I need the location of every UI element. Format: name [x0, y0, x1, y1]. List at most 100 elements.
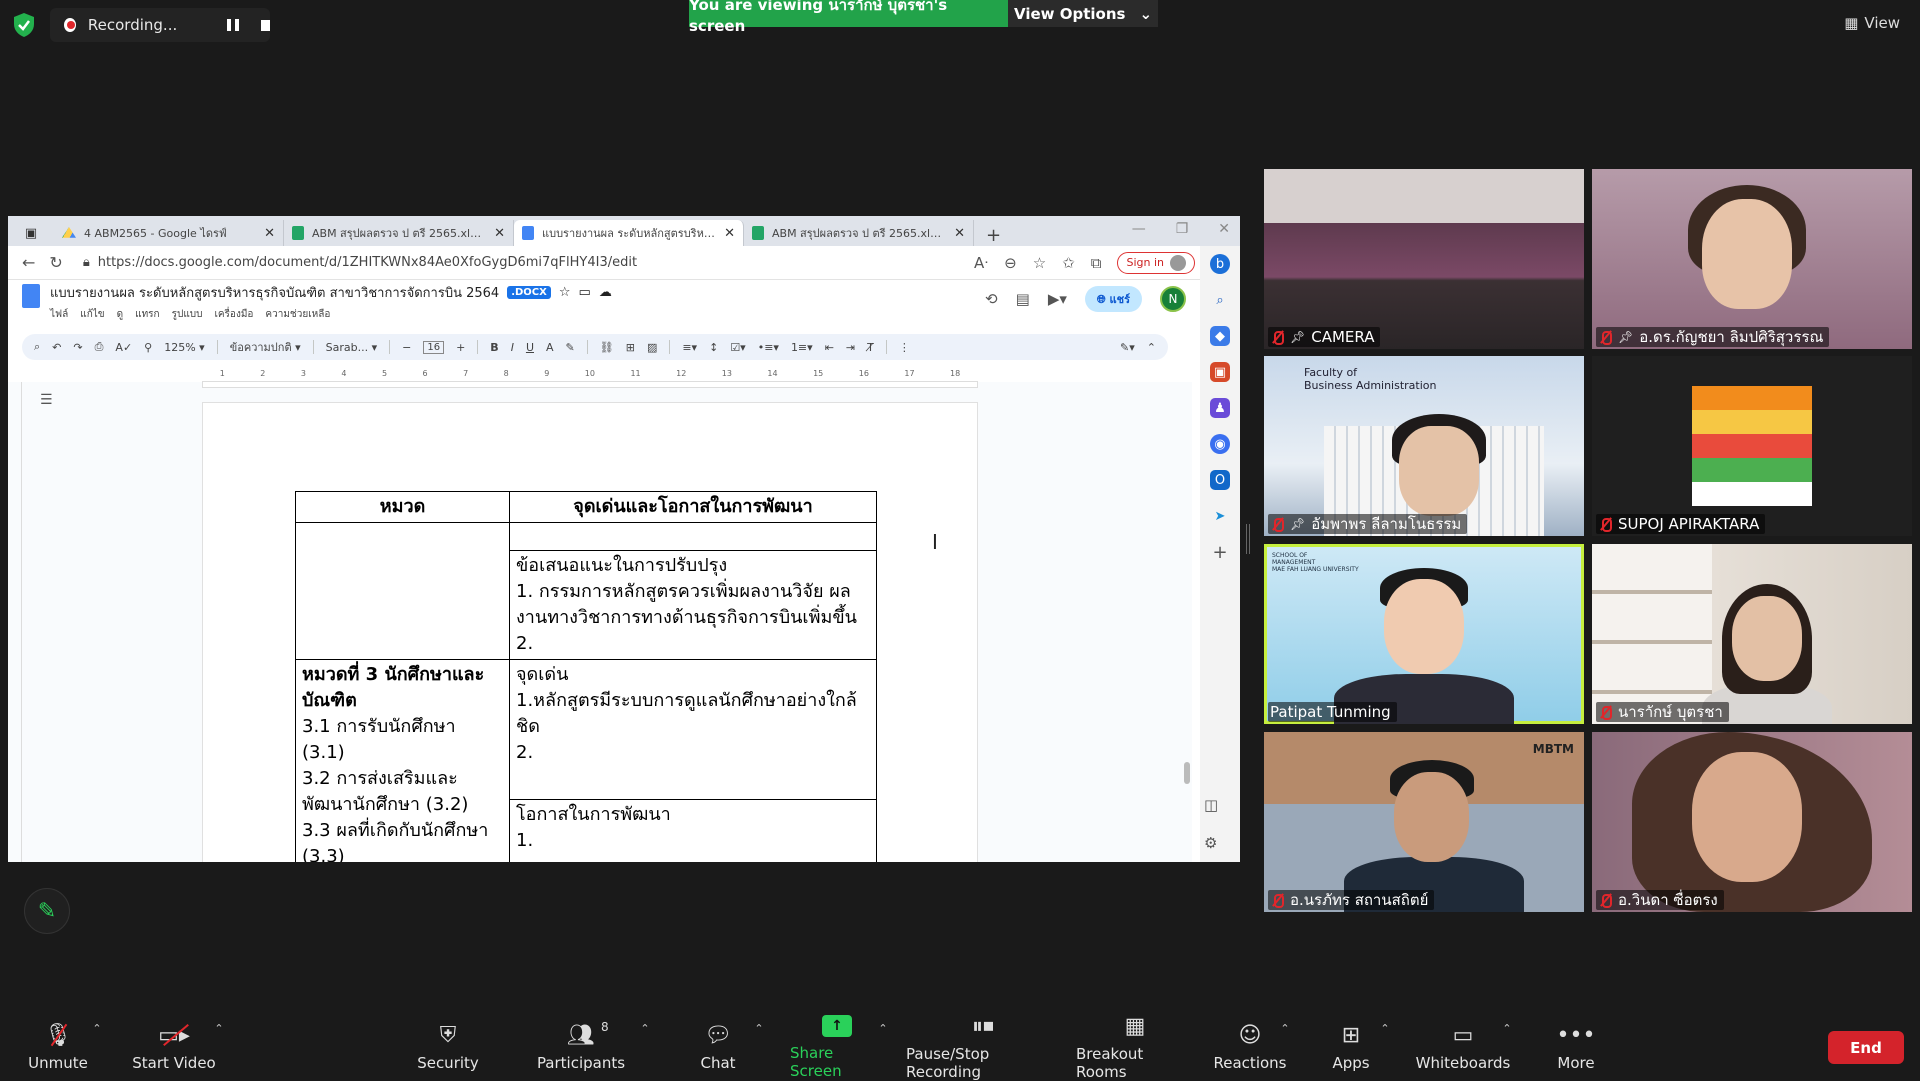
- link-icon[interactable]: ⛓: [600, 341, 614, 354]
- clear-format-icon[interactable]: T̸: [867, 341, 874, 354]
- view-options-button[interactable]: View Options ⌄: [1008, 0, 1158, 27]
- document-page[interactable]: หมวด จุดเด่นและโอกาสในการพัฒนา ข้อเสนอแน…: [202, 402, 978, 862]
- tab-actions-icon[interactable]: ▣: [8, 220, 54, 246]
- menu-help[interactable]: ความช่วยเหลือ: [265, 307, 330, 322]
- send-icon[interactable]: ➤: [1210, 506, 1230, 526]
- video-tile-patipat[interactable]: SCHOOL OF MANAGEMENT MAE FAH LUANG UNIVE…: [1264, 544, 1584, 724]
- share-options-caret[interactable]: ⌃: [876, 1014, 890, 1080]
- new-tab-button[interactable]: +: [974, 225, 1001, 246]
- comment-icon[interactable]: ⊞: [626, 341, 635, 354]
- menu-view[interactable]: ดู: [117, 307, 124, 322]
- video-tile-ganya[interactable]: 📌︎ อ.ดร.กัญชยา ลิมปศิริสุวรรณ: [1592, 169, 1912, 349]
- table-cell[interactable]: [295, 522, 510, 660]
- menu-format[interactable]: รูปแบบ: [172, 307, 203, 322]
- browser-tab-sheet-1[interactable]: ABM สรุปผลตรวจ ป ตรี 2565.xlsx - ✕: [284, 220, 514, 246]
- search-menu-icon[interactable]: ⌕: [34, 340, 40, 354]
- video-tile-winda[interactable]: อ.วินดา ซื่อตรง: [1592, 732, 1912, 912]
- table-header-category[interactable]: หมวด: [295, 491, 510, 523]
- video-options-caret[interactable]: ⌃: [212, 1014, 226, 1080]
- split-view-divider[interactable]: [1246, 524, 1250, 554]
- table-cell[interactable]: หมวดที่ 3 นักศึกษาและบัณฑิต 3.1 การรับนั…: [295, 659, 510, 862]
- browser-tab-doc[interactable]: แบบรายงานผล ระดับหลักสูตรบริหารธุ ✕: [514, 220, 744, 246]
- vertical-ruler[interactable]: [16, 382, 22, 862]
- browser-tab-drive[interactable]: 4 ABM2565 - Google ไดรฟ์ ✕: [54, 220, 284, 246]
- close-icon[interactable]: ✕: [954, 226, 965, 241]
- zoom-select[interactable]: 125% ▾: [164, 341, 204, 354]
- start-video-button[interactable]: ▭▸ Start Video: [132, 1014, 216, 1080]
- whiteboards-button[interactable]: ▭ Whiteboards: [1416, 1014, 1511, 1080]
- breakout-rooms-button[interactable]: ▦ Breakout Rooms: [1076, 1014, 1194, 1081]
- browser-tab-sheet-2[interactable]: ABM สรุปผลตรวจ ป ตรี 2565.xlsx - ✕: [744, 220, 974, 246]
- redo-icon[interactable]: ↷: [73, 341, 82, 354]
- menu-edit[interactable]: แก้ไข: [80, 307, 104, 322]
- decrease-indent-icon[interactable]: ⇤: [825, 341, 834, 354]
- document-title[interactable]: แบบรายงานผล ระดับหลักสูตรบริหารธุรกิจบัณ…: [50, 282, 499, 303]
- docs-logo-icon[interactable]: [22, 284, 40, 308]
- highlight-icon[interactable]: ✎: [566, 341, 575, 354]
- close-icon[interactable]: ✕: [494, 226, 505, 241]
- view-button[interactable]: ▦ View: [1820, 10, 1900, 36]
- security-button[interactable]: ⛨ Security: [414, 1014, 482, 1080]
- style-select[interactable]: ข้อความปกติ ▾: [230, 338, 301, 356]
- microsoft-365-icon[interactable]: ◉: [1210, 434, 1230, 454]
- chat-options-caret[interactable]: ⌃: [752, 1014, 766, 1080]
- spellcheck-icon[interactable]: A✓: [115, 341, 132, 354]
- unmute-button[interactable]: 🎙︎ Unmute: [28, 1014, 88, 1080]
- menu-insert[interactable]: แทรก: [135, 307, 159, 322]
- bullet-list-icon[interactable]: •≡▾: [758, 341, 779, 354]
- more-tools-icon[interactable]: ⋮: [899, 341, 910, 354]
- line-spacing-icon[interactable]: ↕: [709, 341, 718, 354]
- close-icon[interactable]: ✕: [264, 226, 275, 241]
- underline-icon[interactable]: U: [526, 341, 534, 354]
- video-tile-aumpa[interactable]: Faculty of Business Administration 📌︎ อั…: [1264, 356, 1584, 536]
- apps-options-caret[interactable]: ⌃: [1378, 1014, 1392, 1080]
- checklist-icon[interactable]: ☑▾: [730, 341, 745, 354]
- url-field[interactable]: 🔒︎ https://docs.google.com/document/d/1Z…: [77, 251, 637, 275]
- user-avatar[interactable]: N: [1160, 286, 1186, 312]
- collections-icon[interactable]: ⧉: [1091, 254, 1102, 272]
- participants-button[interactable]: 👥︎ 8 Participants: [536, 1014, 626, 1080]
- stop-recording-icon[interactable]: [260, 19, 270, 31]
- share-button[interactable]: 🌐︎ แชร์: [1084, 286, 1142, 312]
- collapse-menus-icon[interactable]: ⌃: [1147, 341, 1168, 354]
- table-cell[interactable]: [509, 522, 877, 551]
- video-tile-norapat[interactable]: MBTM อ.นรภัทร สถานสถิตย์: [1264, 732, 1584, 912]
- read-aloud-icon[interactable]: Aᐧ: [974, 254, 988, 272]
- move-folder-icon[interactable]: ▭: [579, 285, 591, 300]
- evaluation-table[interactable]: หมวด จุดเด่นและโอกาสในการพัฒนา ข้อเสนอแน…: [295, 491, 877, 862]
- scrollbar-thumb[interactable]: [1184, 762, 1190, 784]
- cloud-status-icon[interactable]: ☁: [599, 285, 612, 300]
- pause-recording-icon[interactable]: [227, 19, 239, 31]
- table-header-strengths[interactable]: จุดเด่นและโอกาสในการพัฒนา: [509, 491, 877, 523]
- split-screen-icon[interactable]: ◫: [1204, 796, 1218, 814]
- align-icon[interactable]: ≡▾: [682, 341, 697, 354]
- image-icon[interactable]: ▨: [647, 341, 657, 354]
- annotate-pencil-button[interactable]: ✎: [24, 888, 70, 934]
- menu-file[interactable]: ไฟล์: [50, 307, 68, 322]
- shopping-tag-icon[interactable]: ◆: [1210, 326, 1230, 346]
- share-screen-button[interactable]: ↑ Share Screen: [790, 1014, 884, 1080]
- refresh-icon[interactable]: ↻: [49, 253, 62, 272]
- table-cell[interactable]: ข้อเสนอแนะในการปรับปรุง 1. กรรมการหลักสู…: [509, 550, 877, 660]
- table-cell[interactable]: จุดเด่น 1.หลักสูตรมีระบบการดูแลนักศึกษาอ…: [509, 659, 877, 800]
- video-tile-camera[interactable]: 📌︎ CAMERA: [1264, 169, 1584, 349]
- italic-icon[interactable]: I: [511, 341, 514, 354]
- maximize-icon[interactable]: ❐: [1176, 221, 1189, 237]
- reactions-options-caret[interactable]: ⌃: [1278, 1014, 1292, 1080]
- video-tile-narak[interactable]: นาราักษ์ บุตรชา: [1592, 544, 1912, 724]
- whiteboards-options-caret[interactable]: ⌃: [1500, 1014, 1514, 1080]
- participants-options-caret[interactable]: ⌃: [638, 1014, 652, 1080]
- history-icon[interactable]: ⟲: [985, 290, 998, 308]
- pause-stop-recording-button[interactable]: ⏸⏹ Pause/Stop Recording: [906, 1014, 1060, 1081]
- text-color-icon[interactable]: A: [546, 341, 554, 354]
- settings-gear-icon[interactable]: ⚙: [1204, 834, 1218, 852]
- minimize-icon[interactable]: —: [1132, 221, 1146, 237]
- numbered-list-icon[interactable]: 1≡▾: [791, 341, 813, 354]
- paint-format-icon[interactable]: ⚲: [144, 341, 152, 354]
- end-meeting-button[interactable]: End: [1828, 1031, 1904, 1064]
- meet-icon[interactable]: ▶▾: [1048, 290, 1067, 308]
- decrease-font-icon[interactable]: −: [402, 341, 411, 354]
- encryption-shield-icon[interactable]: [12, 12, 36, 38]
- favorite-star-icon[interactable]: ☆: [1033, 254, 1046, 272]
- audio-options-caret[interactable]: ⌃: [90, 1014, 104, 1080]
